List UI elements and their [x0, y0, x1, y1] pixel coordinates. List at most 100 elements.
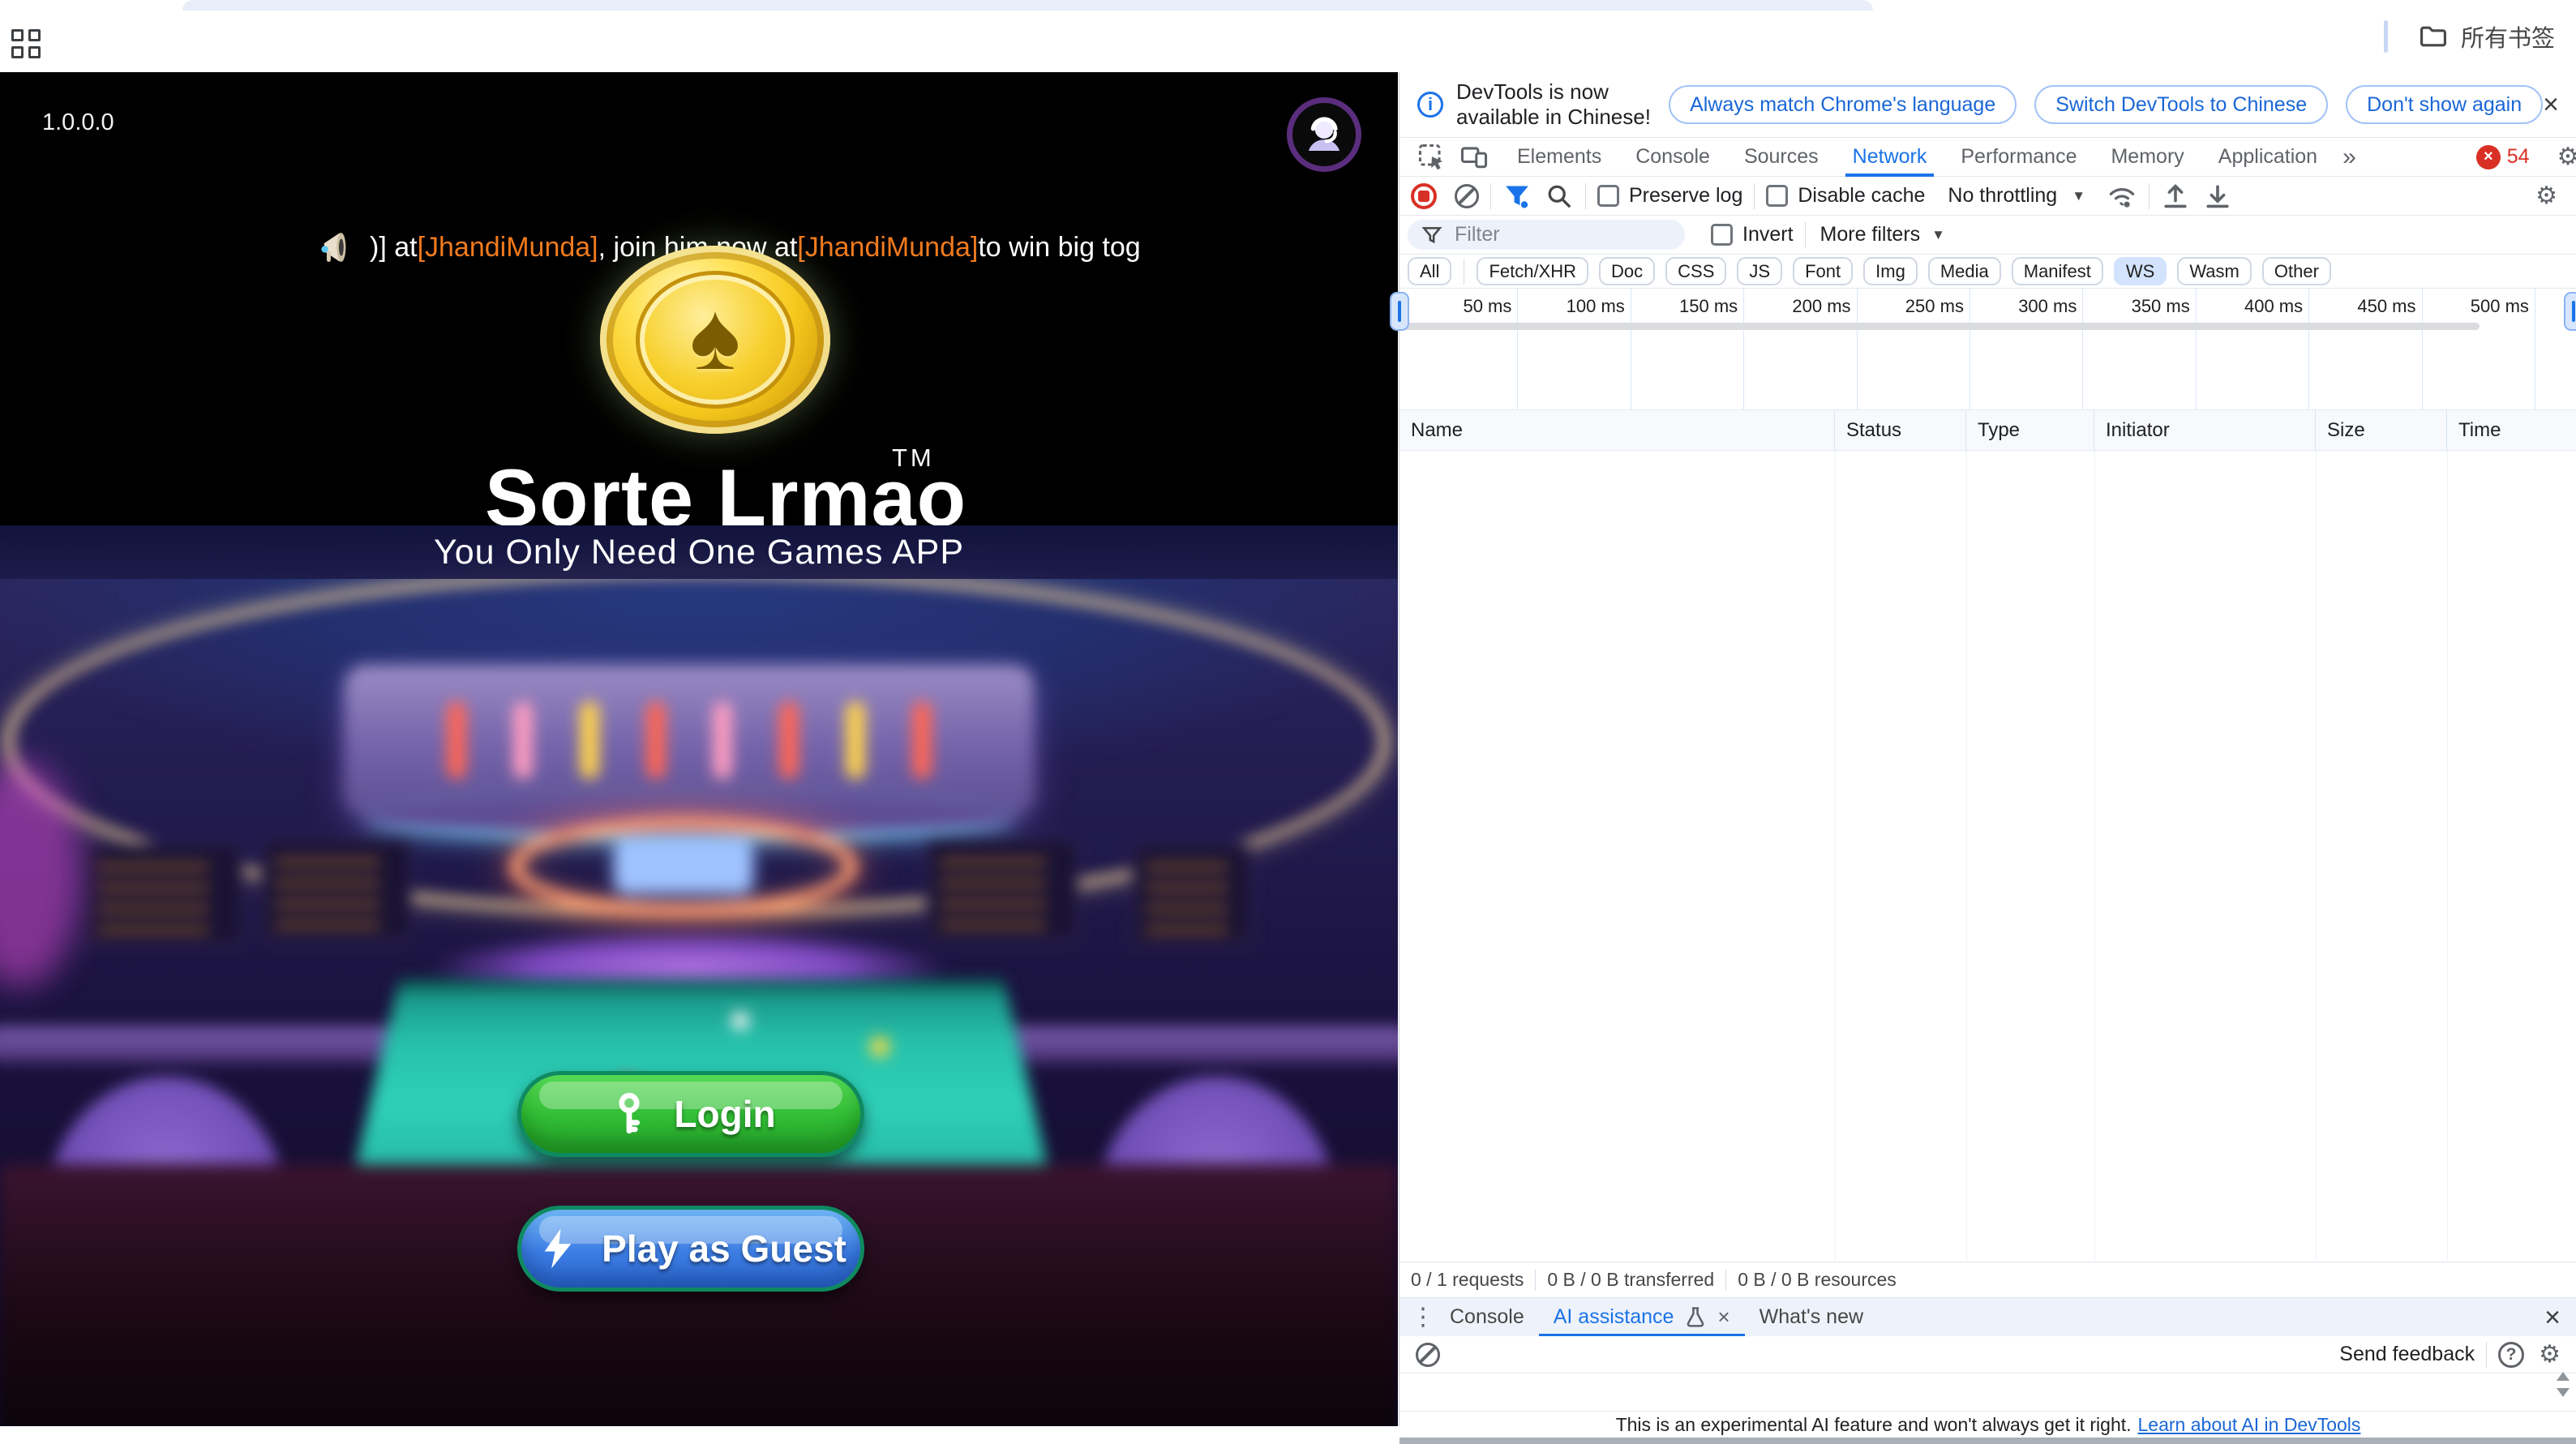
chip-js[interactable]: JS [1737, 257, 1782, 285]
column-header-name[interactable]: Name [1399, 410, 1835, 451]
game-panel: 1.0.0.0 )] at [JhandiMunda], join him no… [0, 72, 1398, 1426]
ai-assistance-toolbar: Send feedback ? ⚙ [1399, 1336, 2576, 1373]
chip-ws[interactable]: WS [2114, 257, 2167, 285]
chip-manifest[interactable]: Manifest [2012, 257, 2103, 285]
clear-chat-icon[interactable] [1416, 1343, 1440, 1367]
drawer-tab-console[interactable]: Console [1435, 1298, 1539, 1337]
switch-devtools-chinese-button[interactable]: Switch DevTools to Chinese [2034, 85, 2328, 124]
close-ai-tab-icon[interactable]: × [1717, 1305, 1729, 1330]
search-icon[interactable] [1545, 182, 1574, 211]
filter-input[interactable]: Filter [1408, 220, 1685, 250]
app-subtitle: You Only Need One Games APP [434, 533, 964, 572]
ruler-tick: 50 ms [1405, 289, 1518, 410]
play-as-guest-button[interactable]: Play as Guest [517, 1206, 864, 1292]
tab-console[interactable]: Console [1622, 138, 1724, 177]
marquee-room-tag: [JhandiMunda] [418, 232, 598, 264]
drawer-kebab-icon[interactable]: ⋮ [1411, 1303, 1435, 1331]
filter-funnel-icon[interactable] [1502, 182, 1532, 211]
column-header-type[interactable]: Type [1966, 410, 2094, 451]
throttling-dropdown[interactable]: No throttling ▼ [1948, 184, 2085, 208]
drawer-tab-ai-assistance[interactable]: AI assistance × [1539, 1298, 1745, 1337]
transferred-size: 0 B / 0 B transferred [1547, 1269, 1714, 1291]
more-tabs-icon[interactable]: » [2342, 144, 2356, 171]
network-overview-ruler: 50 ms 100 ms 150 ms 200 ms 250 ms 300 ms… [1399, 289, 2576, 410]
column-header-status[interactable]: Status [1835, 410, 1966, 451]
clear-network-log-icon[interactable] [1455, 184, 1479, 208]
devtools-panel: i DevTools is now available in Chinese! … [1399, 72, 2576, 1426]
tab-grid-icon[interactable] [11, 29, 44, 62]
infobar-close-icon[interactable]: × [2543, 91, 2559, 118]
chip-css[interactable]: CSS [1665, 257, 1726, 285]
network-toolbar: Preserve log Disable cache No throttling… [1399, 177, 2576, 216]
invert-checkbox[interactable] [1711, 224, 1733, 246]
app-logo-chip: ♠ [600, 246, 830, 434]
send-feedback-link[interactable]: Send feedback [2339, 1343, 2475, 1366]
bookmarks-divider [2384, 20, 2388, 53]
ruler-tick: 500 ms [2423, 289, 2535, 410]
invert-label: Invert [1742, 223, 1794, 246]
export-har-icon[interactable] [2203, 182, 2232, 211]
support-avatar-button[interactable] [1287, 97, 1361, 172]
ruler-tick: 450 ms [2309, 289, 2422, 410]
tab-performance[interactable]: Performance [1947, 138, 2090, 177]
chip-other[interactable]: Other [2262, 257, 2331, 285]
dropdown-arrow-icon: ▼ [2072, 188, 2085, 204]
spade-icon: ♠ [690, 289, 741, 384]
ruler-tick: 150 ms [1631, 289, 1744, 410]
settings-gear-icon[interactable]: ⚙ [2557, 143, 2576, 171]
chip-all[interactable]: All [1408, 257, 1451, 285]
error-count-badge[interactable]: × 54 [2476, 145, 2530, 169]
devtools-tabbar: Elements Console Sources Network Perform… [1399, 138, 2576, 177]
chip-font[interactable]: Font [1793, 257, 1853, 285]
overview-left-handle[interactable] [1390, 292, 1409, 331]
column-header-time[interactable]: Time [2447, 410, 2576, 451]
ruler-tick: 300 ms [1970, 289, 2083, 410]
overview-scroll-indicator[interactable] [1401, 323, 2480, 330]
tab-network[interactable]: Network [1839, 138, 1941, 177]
requests-count: 0 / 1 requests [1411, 1269, 1524, 1291]
experiment-flask-icon [1683, 1305, 1708, 1330]
more-filters-label[interactable]: More filters [1820, 223, 1921, 246]
network-conditions-icon[interactable] [2107, 181, 2137, 212]
learn-about-ai-link[interactable]: Learn about AI in DevTools [2138, 1414, 2361, 1436]
disable-cache-label: Disable cache [1798, 184, 1925, 208]
device-toolbar-icon[interactable] [1459, 143, 1489, 172]
chip-fetch-xhr[interactable]: Fetch/XHR [1477, 257, 1588, 285]
import-har-icon[interactable] [2161, 182, 2190, 211]
ruler-tick: 400 ms [2197, 289, 2309, 410]
ruler-tick: 250 ms [1858, 289, 1970, 410]
overview-right-handle[interactable] [2564, 292, 2576, 331]
key-icon [606, 1090, 653, 1138]
network-settings-gear-icon[interactable]: ⚙ [2535, 182, 2557, 210]
preserve-log-checkbox[interactable] [1597, 185, 1619, 207]
disable-cache-checkbox[interactable] [1766, 185, 1788, 207]
chip-img[interactable]: Img [1863, 257, 1918, 285]
omnibox-bottom-edge [182, 0, 1873, 11]
requests-table-header: Name Status Type Initiator Size Time [1399, 410, 2576, 451]
record-network-log-button[interactable] [1411, 183, 1437, 209]
ruler-tick: 200 ms [1744, 289, 1857, 410]
drawer-close-icon[interactable]: × [2544, 1304, 2561, 1331]
help-icon[interactable]: ? [2498, 1342, 2524, 1368]
match-chrome-language-button[interactable]: Always match Chrome's language [1669, 85, 2017, 124]
column-header-size[interactable]: Size [2316, 410, 2447, 451]
chip-media[interactable]: Media [1928, 257, 2001, 285]
inspect-element-icon[interactable] [1417, 143, 1447, 172]
infobar-message: DevTools is now available in Chinese! [1456, 79, 1651, 130]
ai-chat-empty-area [1399, 1373, 2576, 1411]
throttling-value: No throttling [1948, 184, 2057, 208]
scroll-arrows[interactable] [2557, 1372, 2570, 1397]
tab-memory[interactable]: Memory [2097, 138, 2197, 177]
dont-show-again-button[interactable]: Don't show again [2346, 85, 2543, 124]
tab-sources[interactable]: Sources [1730, 138, 1832, 177]
chip-doc[interactable]: Doc [1599, 257, 1655, 285]
ai-settings-gear-icon[interactable]: ⚙ [2539, 1340, 2561, 1369]
bookmarks-bar-item[interactable]: 所有书签 [2384, 19, 2555, 54]
login-button[interactable]: Login [517, 1071, 864, 1157]
column-header-initiator[interactable]: Initiator [2094, 410, 2316, 451]
chip-wasm[interactable]: Wasm [2177, 257, 2252, 285]
drawer-tab-whats-new[interactable]: What's new [1745, 1298, 1878, 1337]
tab-elements[interactable]: Elements [1503, 138, 1615, 177]
marquee-text-pre: )] at [370, 232, 418, 264]
tab-application[interactable]: Application [2205, 138, 2331, 177]
